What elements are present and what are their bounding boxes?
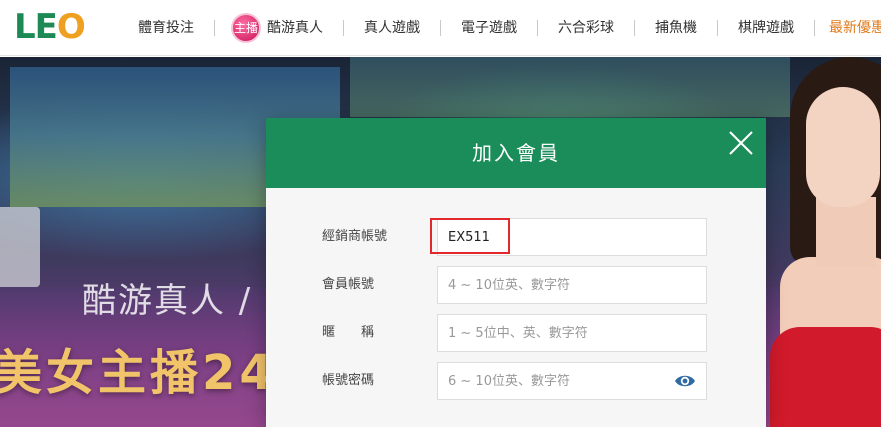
form-row-nickname: 暱 稱 (266, 314, 766, 352)
hero-title: 酷游真人 / (82, 281, 253, 321)
form-row-password: 帳號密碼 (266, 362, 766, 400)
logo-letter-e: E (34, 7, 58, 47)
menu-item-live-games[interactable]: 真人遊戲 (344, 18, 440, 38)
password-input[interactable] (437, 362, 707, 400)
studio-screen-image (350, 57, 790, 117)
logo-letter-l: L (14, 7, 36, 47)
menu-item-label: 酷游真人 (267, 20, 323, 36)
toggle-password-button[interactable] (674, 372, 696, 390)
form-row-member-account: 會員帳號 (266, 266, 766, 304)
menu-item-label: 最新優惠 (829, 20, 881, 36)
menu-item-label: 電子遊戲 (461, 20, 517, 36)
site-logo[interactable]: L E O (14, 7, 88, 47)
studio-desk-image (0, 207, 40, 287)
agent-account-label: 經銷商帳號 (322, 229, 388, 244)
menu-item-label: 棋牌遊戲 (738, 20, 794, 36)
register-modal: 加入會員 經銷商帳號 會員帳號 暱 稱 帳號密碼 (266, 118, 766, 427)
menu-item-card-games[interactable]: 棋牌遊戲 (718, 18, 814, 38)
modal-header: 加入會員 (266, 118, 766, 188)
menu-item-slots[interactable]: 電子遊戲 (441, 18, 537, 38)
member-account-input[interactable] (437, 266, 707, 304)
menu-item-label: 體育投注 (138, 20, 194, 36)
nickname-input[interactable] (437, 314, 707, 352)
menu-item-live-host[interactable]: 主播 酷游真人 (215, 13, 343, 43)
eye-icon (675, 375, 695, 387)
modal-title: 加入會員 (472, 141, 560, 165)
logo-letter-o: O (56, 7, 86, 47)
modal-body: 經銷商帳號 會員帳號 暱 稱 帳號密碼 (266, 188, 766, 427)
menu-item-lottery[interactable]: 六合彩球 (538, 18, 634, 38)
menu-item-sports[interactable]: 體育投注 (118, 18, 214, 38)
live-host-badge-icon: 主播 (231, 13, 261, 43)
close-button[interactable] (726, 128, 756, 158)
form-row-agent-account: 經銷商帳號 (266, 218, 766, 256)
nickname-label: 暱 稱 (322, 325, 375, 340)
agent-account-input[interactable] (437, 218, 707, 256)
member-account-label: 會員帳號 (322, 277, 375, 292)
password-label: 帳號密碼 (322, 373, 375, 388)
host-photo (770, 57, 881, 427)
menu-item-label: 六合彩球 (558, 20, 614, 36)
hero-subtitle: 美女主播24 (0, 345, 277, 401)
close-icon (729, 131, 753, 155)
menu-item-label: 真人遊戲 (364, 20, 420, 36)
main-menu: 體育投注 主播 酷游真人 真人遊戲 電子遊戲 六合彩球 捕魚機 棋牌遊戲 最新優… (118, 0, 881, 56)
menu-item-fishing[interactable]: 捕魚機 (635, 18, 717, 38)
top-navbar: L E O 體育投注 主播 酷游真人 真人遊戲 電子遊戲 六合彩球 捕魚機 棋牌… (0, 0, 881, 56)
menu-item-label: 捕魚機 (655, 20, 697, 36)
menu-item-promotions[interactable]: 最新優惠 (815, 18, 881, 38)
